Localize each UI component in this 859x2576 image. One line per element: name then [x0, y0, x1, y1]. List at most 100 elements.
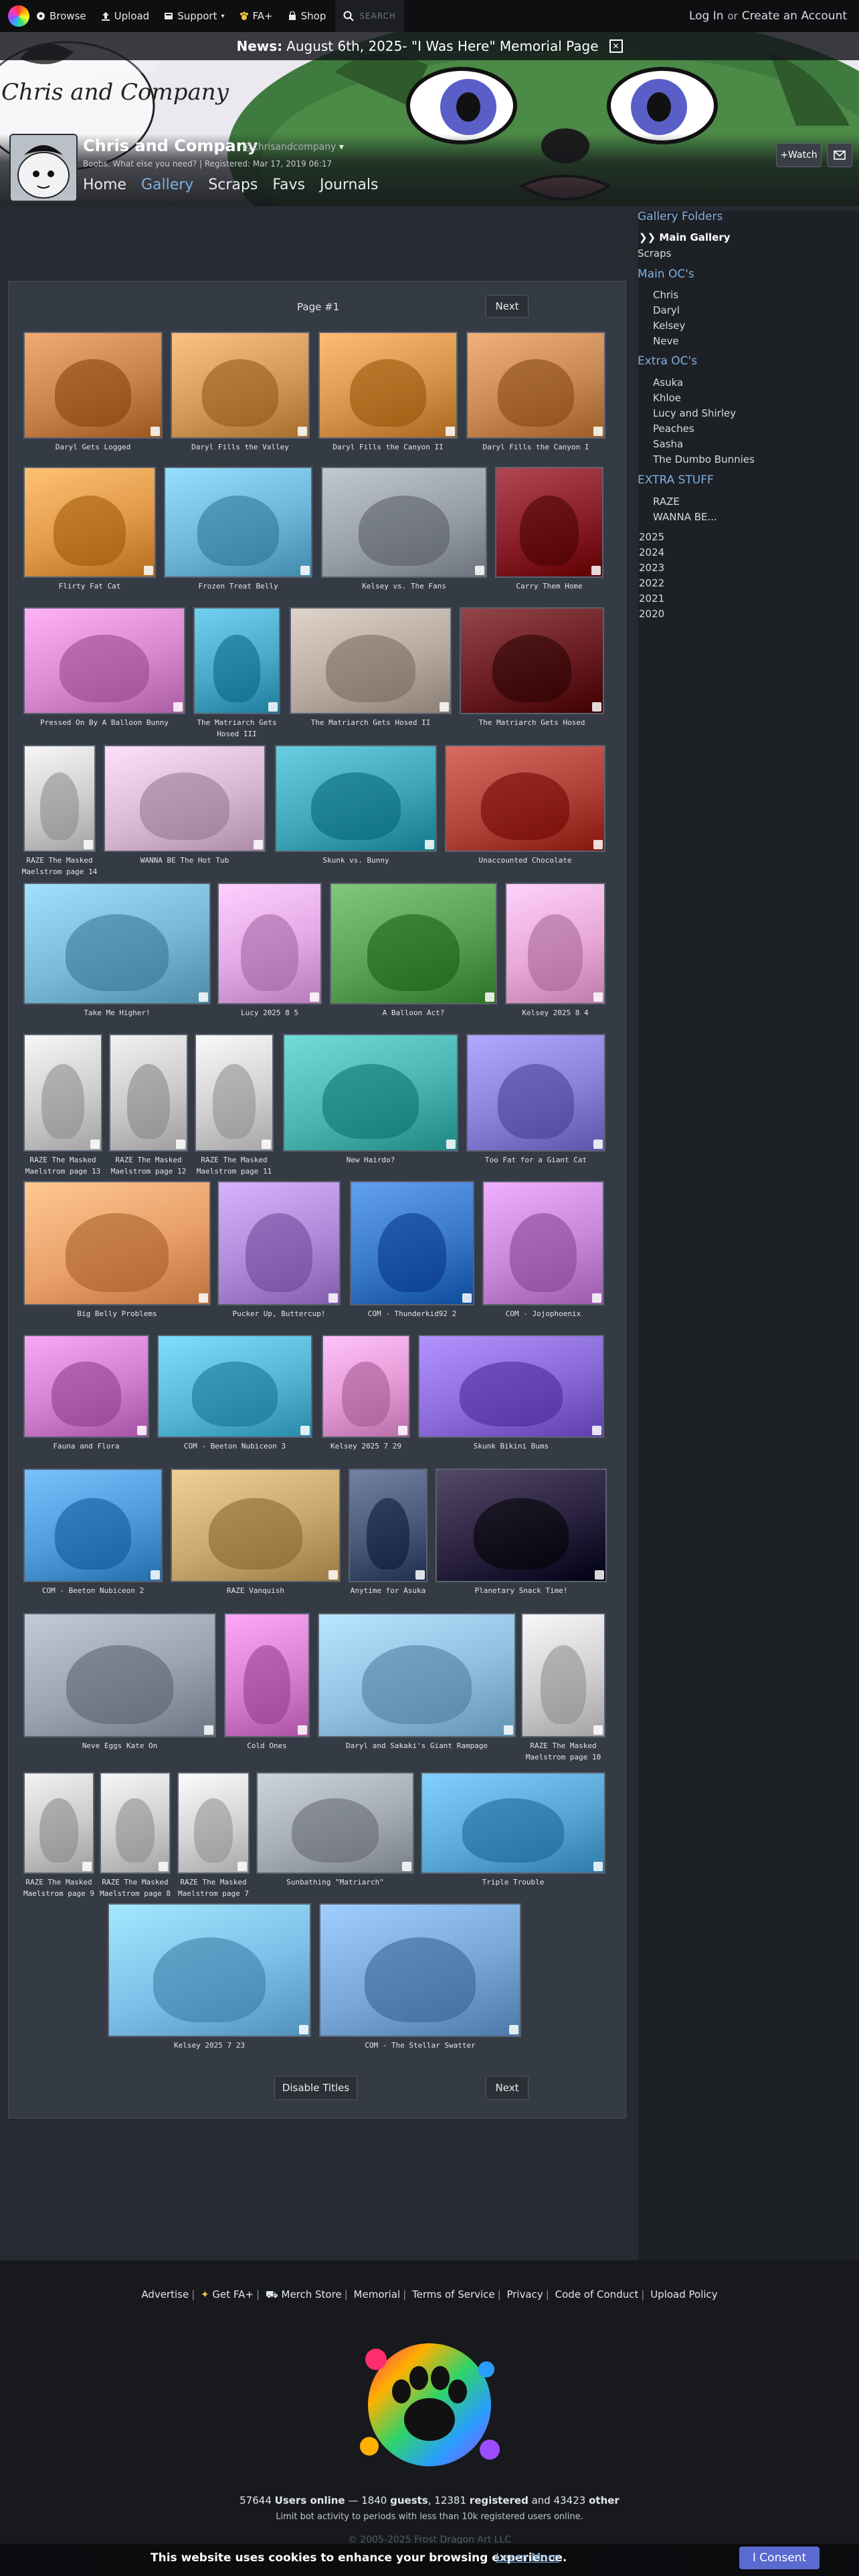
footer-link-memorial[interactable]: Memorial	[354, 2288, 401, 2300]
gallery-item-title[interactable]: Pressed On By A Balloon Bunny	[23, 717, 185, 728]
gallery-thumbnail[interactable]	[23, 607, 185, 714]
sidebar-item-2024[interactable]: 2024	[639, 546, 664, 558]
gallery-item-title[interactable]: Kelsey 2025 7 23	[108, 2040, 311, 2051]
nav-shop[interactable]: Shop	[288, 10, 326, 22]
gallery-thumbnail[interactable]	[521, 1613, 605, 1737]
gallery-thumbnail[interactable]	[275, 745, 437, 852]
gallery-thumbnail[interactable]	[195, 1034, 274, 1152]
gallery-item-title[interactable]: RAZE The Masked Maelstrom page 14	[19, 855, 100, 877]
gallery-thumbnail[interactable]	[322, 1335, 410, 1438]
gallery-item-title[interactable]: Fauna and Flora	[23, 1440, 149, 1452]
footer-link-privacy[interactable]: Privacy	[506, 2288, 543, 2300]
sidebar-item-main-gallery[interactable]: ❯❯ Main Gallery	[639, 231, 731, 243]
gallery-thumbnail[interactable]	[23, 1613, 216, 1737]
gallery-thumbnail[interactable]	[23, 467, 156, 578]
sidebar-item-dumbo-bunnies[interactable]: The Dumbo Bunnies	[653, 453, 755, 465]
gallery-thumbnail[interactable]	[23, 883, 211, 1004]
gallery-thumbnail[interactable]	[482, 1181, 604, 1305]
gallery-thumbnail[interactable]	[418, 1335, 604, 1438]
gallery-thumbnail[interactable]	[193, 607, 280, 714]
gallery-item-title[interactable]: Take Me Higher!	[23, 1007, 211, 1018]
sidebar-item-wanna-be[interactable]: WANNA BE...	[653, 511, 717, 523]
sidebar-item-daryl[interactable]: Daryl	[653, 304, 680, 316]
gallery-thumbnail[interactable]	[466, 1034, 605, 1152]
nav-support[interactable]: Support ▾	[164, 10, 225, 22]
sidebar-item-khloe[interactable]: Khloe	[653, 392, 681, 404]
gallery-thumbnail[interactable]	[466, 332, 605, 439]
avatar[interactable]	[9, 134, 78, 202]
gallery-thumbnail[interactable]	[505, 883, 605, 1004]
sidebar-item-kelsey[interactable]: Kelsey	[653, 320, 685, 332]
gallery-item-title[interactable]: RAZE Vanquish	[171, 1585, 341, 1596]
gallery-item-title[interactable]: WANNA BE The Hot Tub	[104, 855, 266, 866]
gallery-thumbnail[interactable]	[330, 883, 497, 1004]
gallery-item-title[interactable]: Big Belly Problems	[23, 1308, 211, 1319]
send-note-button[interactable]	[827, 143, 852, 167]
sidebar-item-2025[interactable]: 2025	[639, 531, 664, 543]
gallery-thumbnail[interactable]	[23, 1772, 94, 1874]
gallery-item-title[interactable]: Too Fat for a Giant Cat	[466, 1154, 605, 1166]
gallery-item-title[interactable]: Planetary Snack Time!	[436, 1585, 607, 1596]
gallery-thumbnail[interactable]	[436, 1469, 607, 1582]
gallery-thumbnail[interactable]	[109, 1034, 188, 1152]
gallery-item-title[interactable]: RAZE The Masked Maelstrom page 12	[108, 1154, 189, 1177]
gallery-thumbnail[interactable]	[23, 1335, 149, 1438]
gallery-thumbnail[interactable]	[319, 1903, 521, 2037]
footer-link-tos[interactable]: Terms of Service	[412, 2288, 495, 2300]
gallery-item-title[interactable]: RAZE The Masked Maelstrom page 13	[23, 1154, 103, 1177]
gallery-thumbnail[interactable]	[171, 1469, 341, 1582]
gallery-thumbnail[interactable]	[290, 607, 452, 714]
sidebar-item-raze[interactable]: RAZE	[653, 496, 680, 508]
gallery-item-title[interactable]: Cold Ones	[224, 1740, 310, 1751]
gallery-item-title[interactable]: Sunbathing "Matriarch"	[256, 1876, 414, 1888]
gallery-thumbnail[interactable]	[349, 1469, 427, 1582]
gallery-thumbnail[interactable]	[318, 1613, 516, 1737]
gallery-item-title[interactable]: The Matriarch Gets Hosed III	[193, 717, 280, 740]
gallery-item-title[interactable]: New Hairdo?	[283, 1154, 458, 1166]
gallery-thumbnail[interactable]	[177, 1772, 250, 1874]
gallery-item-title[interactable]: Carry Them Home	[495, 580, 603, 592]
next-button-bottom[interactable]: Next	[486, 2076, 529, 2100]
footer-link-faplus[interactable]: Get FA+	[212, 2288, 254, 2300]
nav-search[interactable]: SEARCH	[335, 0, 404, 32]
gallery-thumbnail[interactable]	[460, 607, 604, 714]
gallery-thumbnail[interactable]	[283, 1034, 458, 1152]
nav-upload[interactable]: Upload	[101, 10, 149, 22]
gallery-thumbnail[interactable]	[23, 1181, 211, 1305]
sidebar-item-sasha[interactable]: Sasha	[653, 438, 683, 450]
gallery-thumbnail[interactable]	[104, 745, 266, 852]
gallery-thumbnail[interactable]	[217, 1181, 341, 1305]
create-account-link[interactable]: Create an Account	[742, 9, 847, 23]
gallery-thumbnail[interactable]	[256, 1772, 414, 1874]
gallery-item-title[interactable]: Neve Eggs Kate On	[23, 1740, 216, 1751]
sidebar-item-asuka[interactable]: Asuka	[653, 377, 683, 389]
gallery-item-title[interactable]: Pucker Up, Buttercup!	[217, 1308, 341, 1319]
next-button-top[interactable]: Next	[486, 295, 529, 318]
nav-faplus[interactable]: FA+	[240, 10, 273, 22]
gallery-thumbnail[interactable]	[157, 1335, 312, 1438]
sidebar-item-neve[interactable]: Neve	[653, 335, 679, 347]
tab-gallery[interactable]: Gallery	[141, 177, 193, 193]
tab-scraps[interactable]: Scraps	[208, 177, 258, 193]
gallery-item-title[interactable]: RAZE The Masked Maelstrom page 9	[19, 1876, 99, 1899]
gallery-thumbnail[interactable]	[23, 332, 163, 439]
gallery-item-title[interactable]: Kelsey vs. The Fans	[321, 580, 487, 592]
gallery-item-title[interactable]: COM - Jojophoenix	[482, 1308, 604, 1319]
close-icon[interactable]: ✕	[609, 39, 623, 53]
gallery-item-title[interactable]: Daryl Gets Logged	[23, 441, 163, 453]
gallery-item-title[interactable]: RAZE The Masked Maelstrom page 11	[194, 1154, 274, 1177]
disable-titles-button[interactable]: Disable Titles	[274, 2076, 357, 2100]
sidebar-item-lucy-and-shirley[interactable]: Lucy and Shirley	[653, 407, 736, 419]
gallery-item-title[interactable]: Frozen Treat Belly	[164, 580, 312, 592]
nav-browse[interactable]: Browse	[36, 10, 86, 22]
tab-favs[interactable]: Favs	[272, 177, 305, 193]
sidebar-item-chris[interactable]: Chris	[653, 289, 678, 301]
gallery-item-title[interactable]: Unaccounted Chocolate	[445, 855, 605, 866]
gallery-item-title[interactable]: Flirty Fat Cat	[23, 580, 156, 592]
sidebar-item-2020[interactable]: 2020	[639, 608, 664, 620]
gallery-item-title[interactable]: Daryl Fills the Canyon II	[318, 441, 458, 453]
gallery-thumbnail[interactable]	[23, 745, 96, 852]
gallery-item-title[interactable]: Triple Trouble	[421, 1876, 605, 1888]
gallery-item-title[interactable]: Kelsey 2025 7 29	[322, 1440, 410, 1452]
footer-link-advertise[interactable]: Advertise	[141, 2288, 189, 2300]
